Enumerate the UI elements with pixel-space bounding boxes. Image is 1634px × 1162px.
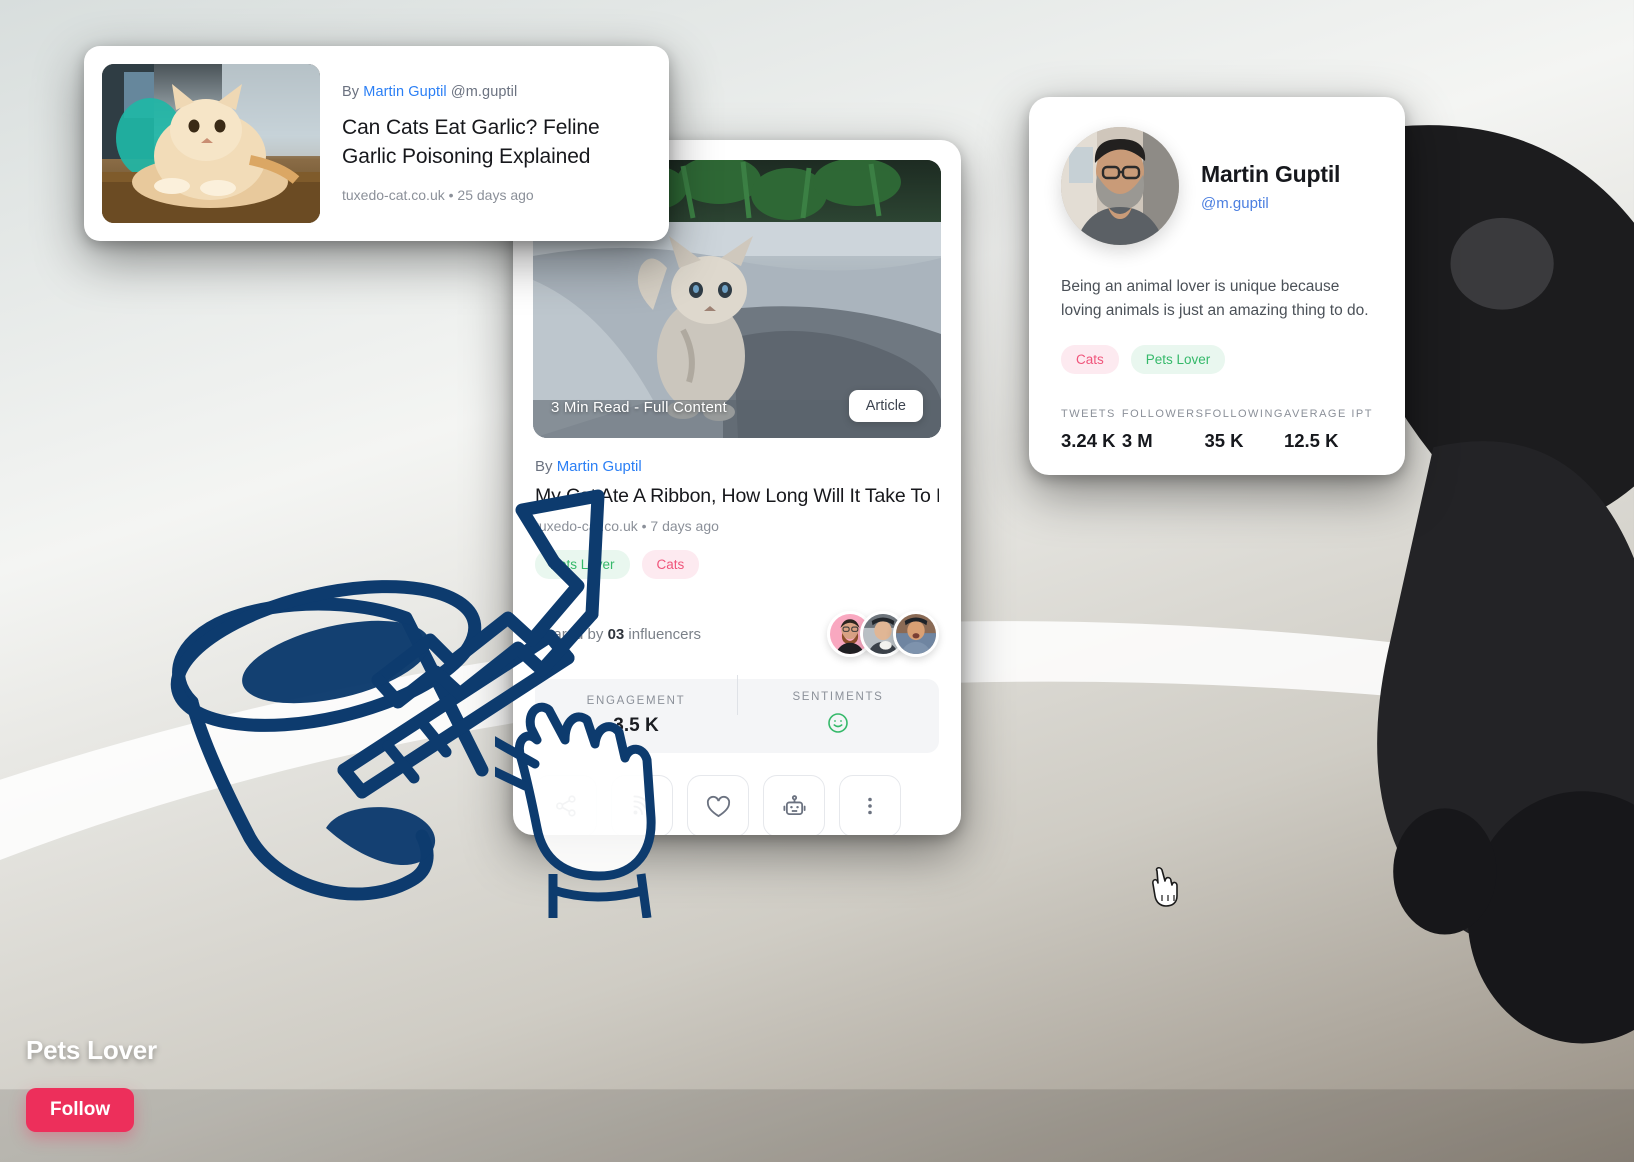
stat-label: AVERAGE IPT bbox=[1283, 408, 1373, 421]
profile-stats-row: TWEETS 3.24 K FOLLOWERS 3 M FOLLOWING 35… bbox=[1061, 408, 1373, 452]
profile-name: Martin Guptil bbox=[1201, 160, 1341, 187]
content-type-badge[interactable]: Article bbox=[848, 390, 923, 422]
tag-chip-pets-lover[interactable]: Pets Lover bbox=[1130, 345, 1226, 375]
robot-icon bbox=[782, 794, 806, 815]
stat-followers: FOLLOWERS 3 M bbox=[1122, 408, 1205, 452]
more-vertical-icon bbox=[868, 797, 872, 815]
share-icon bbox=[556, 795, 576, 817]
profile-photo-martin-guptil bbox=[1061, 127, 1179, 245]
stat-value: 3.5 K bbox=[613, 715, 659, 736]
profile-identity: Martin Guptil @m.guptil bbox=[1201, 161, 1340, 212]
stat-engagement: ENGAGEMENT 3.5 K bbox=[535, 695, 737, 737]
avatar[interactable] bbox=[1061, 127, 1179, 245]
stat-average-ipt: AVERAGE IPT 12.5 K bbox=[1284, 408, 1373, 452]
stat-label: ENGAGEMENT bbox=[586, 695, 686, 707]
stat-label: FOLLOWING bbox=[1204, 408, 1284, 421]
shared-prefix: Shared by bbox=[535, 625, 604, 643]
time-ago: 7 days ago bbox=[650, 518, 719, 534]
article-action-bar bbox=[513, 775, 961, 835]
screenshot-stage: By Martin Guptil @m.guptil Can Cats Eat … bbox=[0, 0, 1634, 1162]
like-button[interactable] bbox=[687, 775, 749, 835]
profile-bio: Being an animal lover is unique because … bbox=[1061, 278, 1369, 320]
shared-by-text: Shared by 03 influencers bbox=[535, 626, 701, 643]
hero-read-time-caption: 3 Min Read - Full Content bbox=[551, 399, 727, 416]
source-domain: tuxedo-cat.co.uk bbox=[342, 187, 445, 204]
article-headline[interactable]: My Cat Ate A Ribbon, How Long Will It Ta… bbox=[535, 485, 939, 508]
stat-value: 12.5 K bbox=[1283, 430, 1339, 452]
ginger-cat-photo bbox=[102, 64, 320, 223]
author-link[interactable]: Martin Guptil bbox=[363, 84, 447, 100]
tag-chip-cats[interactable]: Cats bbox=[641, 550, 700, 579]
profile-handle[interactable]: @m.guptil bbox=[1201, 195, 1340, 212]
article-thumbnail-ginger-cat bbox=[102, 64, 320, 223]
avatar[interactable] bbox=[893, 611, 939, 657]
article-tag-list: Pets Lover Cats bbox=[535, 550, 939, 579]
article-meta: tuxedo-cat.co.uk • 25 days ago bbox=[342, 187, 641, 203]
mouse-pointer-cursor bbox=[1152, 866, 1178, 907]
byline: By Martin Guptil @m.guptil bbox=[342, 84, 641, 100]
tag-chip-pets-lover[interactable]: Pets Lover bbox=[535, 550, 630, 579]
stat-label: TWEETS bbox=[1061, 408, 1116, 421]
article-headline[interactable]: Can Cats Eat Garlic? Feline Garlic Poiso… bbox=[342, 114, 641, 172]
profile-header: Martin Guptil @m.guptil bbox=[1061, 127, 1373, 245]
author-handle[interactable]: @m.guptil bbox=[451, 84, 517, 100]
article-card-small[interactable]: By Martin Guptil @m.guptil Can Cats Eat … bbox=[84, 46, 669, 241]
stat-value: 3.24 K bbox=[1061, 430, 1116, 452]
stat-label: FOLLOWERS bbox=[1121, 408, 1205, 421]
heart-icon bbox=[706, 795, 730, 817]
article-card-small-body: By Martin Guptil @m.guptil Can Cats Eat … bbox=[320, 84, 651, 204]
byline-prefix: By bbox=[535, 458, 553, 475]
byline-prefix: By bbox=[342, 83, 360, 100]
profile-tag-list: Cats Pets Lover bbox=[1061, 345, 1373, 375]
article-stat-bar: ENGAGEMENT 3.5 K SENTIMENTS bbox=[535, 675, 939, 753]
tag-chip-cats[interactable]: Cats bbox=[1061, 345, 1119, 375]
byline: By Martin Guptil bbox=[535, 458, 939, 475]
more-options-button[interactable] bbox=[839, 775, 901, 835]
stat-sentiments: SENTIMENTS bbox=[737, 675, 939, 741]
article-meta: tuxedo-cat.co.uk • 7 days ago bbox=[535, 518, 939, 534]
stat-value: 35 K bbox=[1204, 430, 1244, 452]
meta-separator: • bbox=[448, 187, 454, 204]
stat-following: FOLLOWING 35 K bbox=[1204, 408, 1284, 452]
stat-value: 3 M bbox=[1121, 430, 1153, 452]
profile-card[interactable]: Martin Guptil @m.guptil Being an animal … bbox=[1029, 97, 1405, 475]
author-link[interactable]: Martin Guptil bbox=[557, 458, 642, 475]
shared-suffix: influencers bbox=[628, 625, 701, 643]
article-card-main-body: By Martin Guptil My Cat Ate A Ribbon, Ho… bbox=[513, 438, 961, 753]
share-button[interactable] bbox=[535, 775, 597, 835]
shared-count: 03 bbox=[607, 625, 625, 643]
stat-tweets: TWEETS 3.24 K bbox=[1061, 408, 1122, 452]
bot-button[interactable] bbox=[763, 775, 825, 835]
time-ago: 25 days ago bbox=[457, 187, 534, 204]
signal-button[interactable] bbox=[611, 775, 673, 835]
sentiment-smiley-icon bbox=[737, 711, 939, 741]
rss-signal-icon bbox=[633, 795, 653, 816]
influencer-avatar-group[interactable] bbox=[827, 611, 939, 657]
stat-label: SENTIMENTS bbox=[792, 691, 884, 703]
article-card-main[interactable]: 3 Min Read - Full Content Article By Mar… bbox=[513, 140, 961, 835]
meta-separator: • bbox=[641, 518, 647, 534]
source-domain: tuxedo-cat.co.uk bbox=[535, 518, 638, 534]
influencer-photo-3 bbox=[896, 614, 936, 654]
shared-by-row: Shared by 03 influencers bbox=[535, 611, 939, 657]
